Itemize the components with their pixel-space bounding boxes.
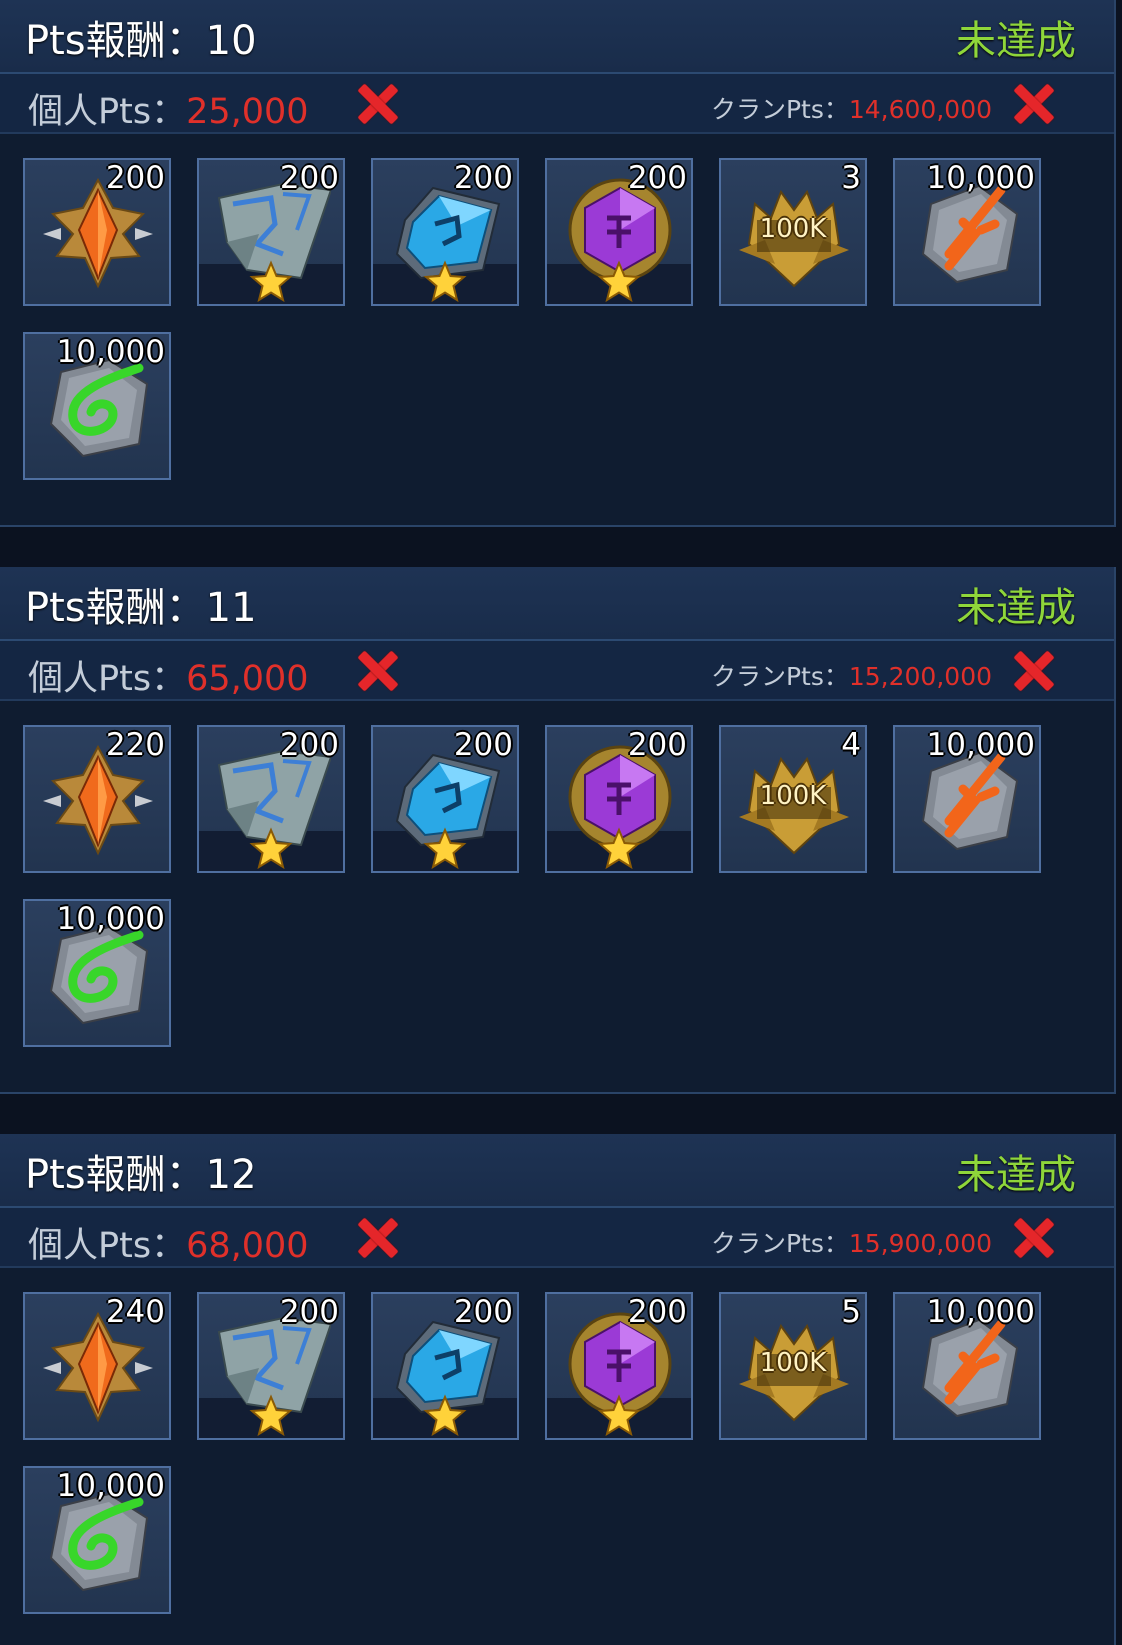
clan-pts-label: クランPts： bbox=[710, 662, 849, 691]
personal-pts-label: 個人Pts： bbox=[28, 1226, 187, 1266]
item-quantity: 200 bbox=[279, 727, 339, 763]
item-quantity: 10,000 bbox=[56, 901, 165, 937]
item-quantity: 10,000 bbox=[56, 1468, 165, 1504]
tier-header: Pts報酬：10 未達成 bbox=[0, 0, 1114, 74]
personal-pts-requirement: 個人Pts：25,000 bbox=[28, 83, 309, 134]
reward-item[interactable]: 200 bbox=[197, 158, 345, 306]
tier-header: Pts報酬：12 未達成 bbox=[0, 1134, 1114, 1208]
reward-item[interactable]: 200 bbox=[371, 725, 519, 873]
requirement-row: 個人Pts：68,000 クランPts：15,900,000 bbox=[0, 1208, 1114, 1268]
not-met-x-icon bbox=[354, 1214, 402, 1262]
item-quantity: 200 bbox=[105, 160, 165, 196]
clan-pts-requirement: クランPts：15,900,000 bbox=[711, 1224, 992, 1260]
item-quantity: 240 bbox=[105, 1294, 165, 1330]
item-quantity: 200 bbox=[453, 727, 513, 763]
not-met-x-icon bbox=[354, 647, 402, 695]
emblem-text: 100K bbox=[759, 1348, 827, 1378]
reward-item[interactable]: 10,000 bbox=[23, 899, 171, 1047]
reward-tier: Pts報酬：11 未達成 個人Pts：65,000 クランPts：15,200,… bbox=[0, 567, 1116, 1094]
reward-item[interactable]: 200 bbox=[371, 158, 519, 306]
reward-item[interactable]: 100K 4 bbox=[719, 725, 867, 873]
item-quantity: 5 bbox=[841, 1294, 861, 1330]
reward-item[interactable]: 200 bbox=[545, 1292, 693, 1440]
star-icon bbox=[249, 260, 293, 303]
item-quantity: 200 bbox=[627, 1294, 687, 1330]
personal-pts-value: 25,000 bbox=[186, 92, 309, 132]
tier-title: Pts報酬：12 bbox=[25, 1152, 257, 1198]
not-met-x-icon bbox=[1010, 1214, 1058, 1262]
clan-pts-value: 15,900,000 bbox=[848, 1229, 992, 1258]
reward-tier: Pts報酬：10 未達成 個人Pts：25,000 クランPts：14,600,… bbox=[0, 0, 1116, 527]
item-quantity: 200 bbox=[279, 160, 339, 196]
reward-item[interactable]: 100K 5 bbox=[719, 1292, 867, 1440]
personal-pts-requirement: 個人Pts：68,000 bbox=[28, 1217, 309, 1268]
item-quantity: 220 bbox=[105, 727, 165, 763]
tier-status: 未達成 bbox=[956, 585, 1076, 631]
reward-item[interactable]: 10,000 bbox=[893, 725, 1041, 873]
reward-item[interactable]: 100K 3 bbox=[719, 158, 867, 306]
reward-item[interactable]: 200 bbox=[545, 158, 693, 306]
emblem-text: 100K bbox=[759, 781, 827, 811]
star-icon bbox=[597, 260, 641, 303]
personal-pts-label: 個人Pts： bbox=[28, 92, 187, 132]
not-met-x-icon bbox=[1010, 647, 1058, 695]
tier-header: Pts報酬：11 未達成 bbox=[0, 567, 1114, 641]
item-quantity: 10,000 bbox=[926, 160, 1035, 196]
not-met-x-icon bbox=[354, 80, 402, 128]
star-icon bbox=[249, 827, 293, 870]
reward-item[interactable]: 200 bbox=[545, 725, 693, 873]
item-quantity: 200 bbox=[279, 1294, 339, 1330]
reward-item[interactable]: 10,000 bbox=[893, 158, 1041, 306]
item-quantity: 200 bbox=[453, 1294, 513, 1330]
item-quantity: 4 bbox=[841, 727, 861, 763]
tier-title: Pts報酬：11 bbox=[25, 585, 257, 631]
clan-pts-value: 15,200,000 bbox=[848, 662, 992, 691]
reward-item[interactable]: 200 bbox=[371, 1292, 519, 1440]
reward-item[interactable]: 200 bbox=[197, 725, 345, 873]
reward-item[interactable]: 200 bbox=[23, 158, 171, 306]
item-quantity: 10,000 bbox=[926, 727, 1035, 763]
tier-title: Pts報酬：10 bbox=[25, 18, 257, 64]
requirement-row: 個人Pts：25,000 クランPts：14,600,000 bbox=[0, 74, 1114, 134]
personal-pts-value: 65,000 bbox=[186, 659, 309, 699]
clan-pts-requirement: クランPts：15,200,000 bbox=[711, 657, 992, 693]
star-icon bbox=[249, 1394, 293, 1437]
star-icon bbox=[597, 1394, 641, 1437]
item-quantity: 200 bbox=[453, 160, 513, 196]
item-quantity: 200 bbox=[627, 160, 687, 196]
personal-pts-value: 68,000 bbox=[186, 1226, 309, 1266]
clan-pts-requirement: クランPts：14,600,000 bbox=[711, 90, 992, 126]
personal-pts-label: 個人Pts： bbox=[28, 659, 187, 699]
reward-tier: Pts報酬：12 未達成 個人Pts：68,000 クランPts：15,900,… bbox=[0, 1134, 1116, 1645]
tier-status: 未達成 bbox=[956, 1152, 1076, 1198]
not-met-x-icon bbox=[1010, 80, 1058, 128]
star-icon bbox=[423, 827, 467, 870]
emblem-text: 100K bbox=[759, 214, 827, 244]
reward-item[interactable]: 200 bbox=[197, 1292, 345, 1440]
reward-item[interactable]: 10,000 bbox=[23, 332, 171, 480]
reward-item[interactable]: 240 bbox=[23, 1292, 171, 1440]
clan-pts-value: 14,600,000 bbox=[848, 95, 992, 124]
requirement-row: 個人Pts：65,000 クランPts：15,200,000 bbox=[0, 641, 1114, 701]
star-icon bbox=[597, 827, 641, 870]
personal-pts-requirement: 個人Pts：65,000 bbox=[28, 650, 309, 701]
clan-pts-label: クランPts： bbox=[710, 1229, 849, 1258]
item-quantity: 3 bbox=[841, 160, 861, 196]
reward-item[interactable]: 220 bbox=[23, 725, 171, 873]
item-quantity: 10,000 bbox=[926, 1294, 1035, 1330]
reward-item[interactable]: 10,000 bbox=[893, 1292, 1041, 1440]
star-icon bbox=[423, 1394, 467, 1437]
item-quantity: 200 bbox=[627, 727, 687, 763]
clan-pts-label: クランPts： bbox=[710, 95, 849, 124]
reward-item[interactable]: 10,000 bbox=[23, 1466, 171, 1614]
item-quantity: 10,000 bbox=[56, 334, 165, 370]
tier-status: 未達成 bbox=[956, 18, 1076, 64]
star-icon bbox=[423, 260, 467, 303]
